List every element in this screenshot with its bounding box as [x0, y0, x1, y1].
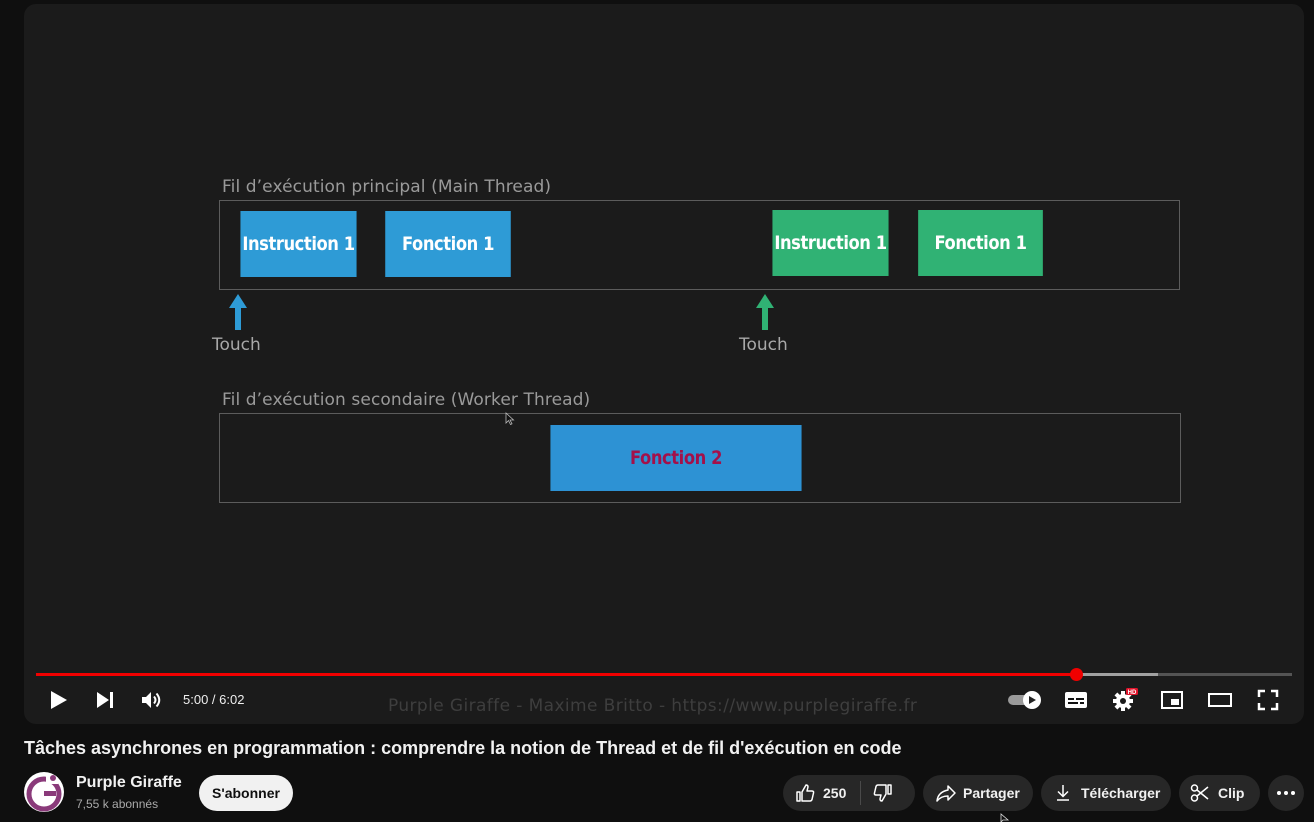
settings-icon: HD [1113, 688, 1138, 711]
subtitles-icon [1065, 692, 1087, 708]
channel-name[interactable]: Purple Giraffe [76, 774, 182, 792]
clip-label: Clip [1218, 785, 1245, 801]
thumbs-down-icon [874, 784, 893, 802]
block-instruction-1-blue: Instruction 1 [240, 211, 357, 277]
theater-icon [1208, 693, 1232, 707]
channel-avatar[interactable] [24, 772, 64, 812]
fullscreen-button[interactable] [1252, 680, 1284, 720]
miniplayer-icon [1161, 691, 1183, 709]
next-icon [97, 692, 113, 708]
subscribe-button[interactable]: S'abonner [199, 775, 293, 811]
play-button[interactable] [44, 680, 74, 720]
hd-badge: HD [1128, 690, 1137, 696]
volume-icon [142, 692, 161, 708]
download-icon [1057, 785, 1069, 801]
volume-button[interactable] [137, 680, 167, 720]
progress-bar[interactable] [36, 668, 1292, 681]
autoplay-toggle[interactable] [1006, 680, 1044, 720]
theater-mode-button[interactable] [1204, 680, 1236, 720]
share-icon [936, 785, 956, 802]
fullscreen-icon [1257, 689, 1279, 711]
thumbs-up-icon [796, 784, 815, 802]
like-count: 250 [823, 785, 847, 801]
touch-label-first: Touch [212, 335, 261, 355]
progress-played [36, 673, 1076, 676]
share-label: Partager [963, 785, 1020, 801]
download-button[interactable]: Télécharger [1041, 775, 1171, 811]
pointer-cursor-icon [1000, 813, 1010, 822]
play-icon [51, 691, 67, 709]
share-button[interactable]: Partager [923, 775, 1033, 811]
time-display: 5:00 / 6:02 [183, 692, 245, 707]
more-actions-button[interactable] [1268, 775, 1304, 811]
block-fonction-1-blue: Fonction 1 [385, 211, 511, 277]
like-button[interactable]: 250 [783, 775, 860, 811]
block-fonction-1-green: Fonction 1 [918, 210, 1043, 276]
mouse-cursor-icon [505, 412, 515, 426]
like-dislike-group: 250 [783, 775, 915, 811]
touch-label-second: Touch [739, 335, 788, 355]
subtitles-button[interactable] [1060, 680, 1092, 720]
miniplayer-button[interactable] [1156, 680, 1188, 720]
worker-thread-caption: Fil d’exécution secondaire (Worker Threa… [222, 390, 591, 410]
video-player[interactable]: Fil d’exécution principal (Main Thread) … [24, 4, 1304, 724]
download-label: Télécharger [1081, 785, 1161, 801]
next-button[interactable] [90, 680, 120, 720]
main-thread-caption: Fil d’exécution principal (Main Thread) [222, 177, 552, 197]
block-fonction-2-worker: Fonction 2 [550, 425, 802, 491]
clip-button[interactable]: Clip [1179, 775, 1260, 811]
settings-button[interactable]: HD [1108, 680, 1142, 720]
player-controls: 5:00 / 6:02 HD [24, 680, 1304, 720]
autoplay-toggle-icon [1008, 691, 1041, 709]
subscriber-count: 7,55 k abonnés [76, 797, 159, 811]
scissors-icon [1190, 784, 1209, 802]
touch-arrow-green-icon [756, 294, 774, 330]
block-instruction-1-green: Instruction 1 [772, 210, 889, 276]
more-horizontal-icon [1277, 791, 1295, 795]
channel-logo-icon [26, 775, 62, 812]
video-title: Tâches asynchrones en programmation : co… [24, 738, 902, 758]
dislike-button[interactable] [861, 775, 905, 811]
touch-arrow-blue-icon [229, 294, 247, 330]
